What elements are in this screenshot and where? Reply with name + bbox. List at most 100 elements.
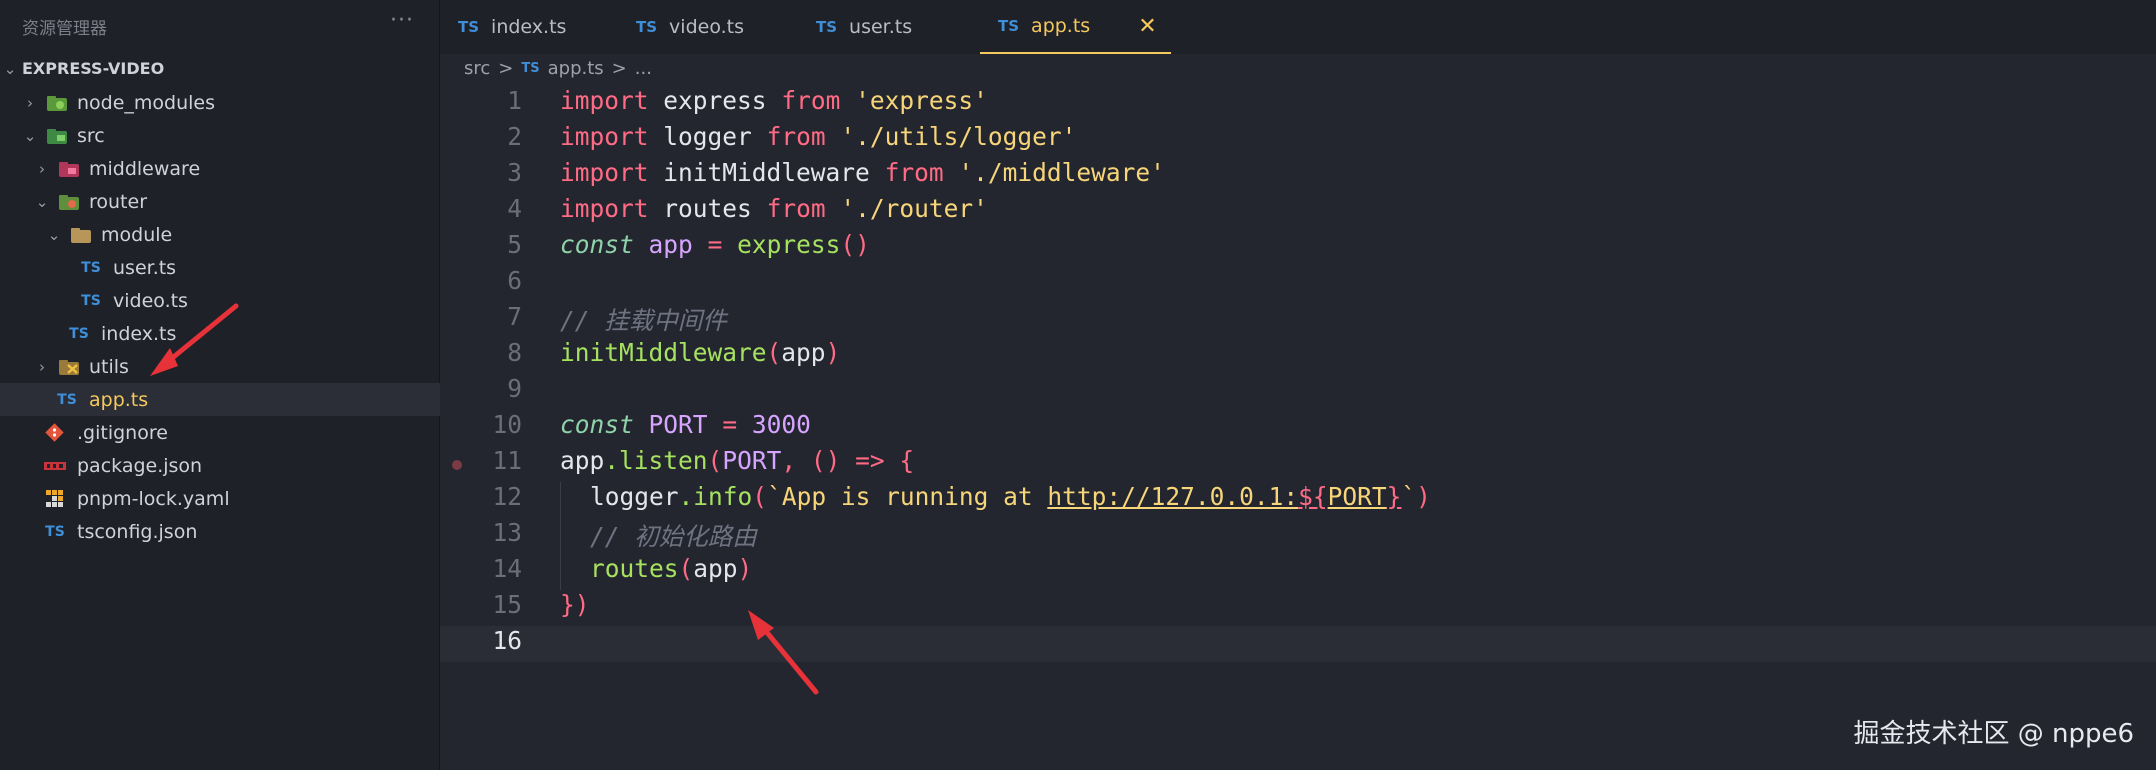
code-text: initMiddleware(app) — [560, 338, 841, 367]
code-line: 14 routes(app) — [440, 554, 2156, 590]
code-text: const app = express() — [560, 230, 870, 259]
ts-file-icon: TS — [57, 391, 77, 408]
tree-item-node-modules[interactable]: › node_modules — [0, 86, 440, 119]
breadcrumb-folder[interactable]: src — [464, 58, 490, 79]
tree-item-label: node_modules — [77, 91, 216, 114]
code-text: const PORT = 3000 — [560, 410, 811, 439]
code-line: 12 logger.info(`App is running at http:/… — [440, 482, 2156, 518]
code-line-current[interactable]: 16 — [440, 626, 2156, 662]
tab-label: user.ts — [849, 16, 913, 38]
line-number: 5 — [507, 230, 522, 259]
ts-file-icon: TS — [69, 325, 89, 342]
indent-guide — [560, 482, 561, 518]
code-text: app.listen(PORT, () => { — [560, 446, 915, 475]
watermark: 掘金技术社区 @ nppe6 — [1853, 719, 2134, 749]
tree-item-label: utils — [89, 355, 129, 378]
breadcrumb-separator: > — [498, 58, 514, 79]
project-name: EXPRESS-VIDEO — [22, 59, 165, 78]
breadcrumb-separator: > — [611, 58, 627, 79]
code-line: 7 // 挂载中间件 — [440, 302, 2156, 338]
project-root[interactable]: ⌄ EXPRESS-VIDEO — [0, 52, 440, 85]
tab-label: index.ts — [491, 16, 567, 38]
explorer-title: 资源管理器 — [22, 19, 107, 39]
close-icon[interactable]: ✕ — [1138, 14, 1156, 39]
line-number: 10 — [492, 410, 522, 439]
code-line: 1 import express from 'express' — [440, 86, 2156, 122]
tree-item-user-ts[interactable]: TS user.ts — [0, 251, 440, 284]
tree-item-label: .gitignore — [77, 421, 168, 444]
code-text: }) — [560, 590, 590, 619]
code-line: 3 import initMiddleware from './middlewa… — [440, 158, 2156, 194]
tree-item-app-ts[interactable]: TS app.ts — [0, 383, 440, 416]
code-comment: // 挂载中间件 — [560, 306, 727, 335]
editor-tabs: TS index.ts TS video.ts TS user.ts TS ap… — [440, 0, 2156, 54]
node-modules-folder-icon — [46, 94, 68, 112]
router-folder-icon — [58, 193, 80, 211]
chevron-down-icon: ⌄ — [47, 225, 61, 244]
tree-item-label: tsconfig.json — [77, 520, 198, 543]
tree-item-label: user.ts — [113, 256, 177, 279]
tree-item-label: index.ts — [101, 322, 177, 345]
src-folder-icon — [46, 127, 68, 145]
tree-item-router[interactable]: ⌄ router — [0, 185, 440, 218]
tab-app-ts[interactable]: TS app.ts ✕ — [980, 0, 1171, 54]
tree-item-src[interactable]: ⌄ src — [0, 119, 440, 152]
tree-item-video-ts[interactable]: TS video.ts — [0, 284, 440, 317]
folder-open-icon — [70, 226, 92, 244]
tree-item-pnpm-lock[interactable]: pnpm-lock.yaml — [0, 482, 440, 515]
indent-guide — [560, 518, 561, 554]
tree-item-utils[interactable]: › utils — [0, 350, 440, 383]
chevron-right-icon: › — [39, 357, 45, 376]
line-number: 9 — [507, 374, 522, 403]
tree-item-label: video.ts — [113, 289, 188, 312]
code-line: 5 const app = express() — [440, 230, 2156, 266]
more-actions-icon[interactable]: ··· — [390, 8, 414, 33]
tree-item-package-json[interactable]: package.json — [0, 449, 440, 482]
tree-item-index-ts[interactable]: TS index.ts — [0, 317, 440, 350]
ts-file-icon: TS — [81, 259, 101, 276]
tab-video-ts[interactable]: TS video.ts — [636, 0, 744, 54]
middleware-folder-icon — [58, 160, 80, 178]
code-text: import express from 'express' — [560, 86, 988, 115]
breadcrumb: src > TS app.ts > ... — [464, 58, 652, 79]
line-number: 16 — [492, 626, 522, 655]
code-text: import logger from './utils/logger' — [560, 122, 1077, 151]
line-number: 1 — [507, 86, 522, 115]
tab-label: video.ts — [669, 16, 744, 38]
code-text: routes(app) — [590, 554, 753, 583]
code-text: import routes from './router' — [560, 194, 988, 223]
indent-guide — [560, 554, 561, 590]
code-line: 2 import logger from './utils/logger' — [440, 122, 2156, 158]
ts-file-icon: TS — [816, 18, 838, 36]
tree-item-label: router — [89, 190, 148, 213]
tree-item-module[interactable]: ⌄ module — [0, 218, 440, 251]
code-comment: // 初始化路由 — [590, 522, 757, 551]
tree-item-gitignore[interactable]: .gitignore — [0, 416, 440, 449]
npm-icon — [44, 457, 66, 475]
ts-file-icon: TS — [458, 18, 480, 36]
line-number: 15 — [492, 590, 522, 619]
ts-file-icon: TS — [636, 18, 658, 36]
tree-item-tsconfig[interactable]: TS tsconfig.json — [0, 515, 440, 548]
line-number: 12 — [492, 482, 522, 511]
tree-item-label: package.json — [77, 454, 203, 477]
tab-user-ts[interactable]: TS user.ts — [816, 0, 912, 54]
code-editor[interactable]: 1 import express from 'express' 2 import… — [440, 86, 2156, 770]
line-number: 13 — [492, 518, 522, 547]
tree-item-label: app.ts — [89, 388, 149, 411]
code-line: 8 initMiddleware(app) — [440, 338, 2156, 374]
line-number: 11 — [492, 446, 522, 475]
tab-label: app.ts — [1031, 15, 1091, 37]
tree-item-middleware[interactable]: › middleware — [0, 152, 440, 185]
line-number: 3 — [507, 158, 522, 187]
line-number: 2 — [507, 122, 522, 151]
ts-file-icon: TS — [998, 17, 1020, 35]
tab-index-ts[interactable]: TS index.ts — [458, 0, 566, 54]
line-number: 7 — [507, 302, 522, 331]
utils-folder-icon — [58, 358, 80, 376]
code-line: 9 — [440, 374, 2156, 410]
breadcrumb-more[interactable]: ... — [635, 58, 652, 79]
tsconfig-icon: TS — [45, 523, 65, 540]
breadcrumb-file[interactable]: app.ts — [548, 58, 604, 79]
chevron-down-icon: ⌄ — [3, 59, 17, 78]
